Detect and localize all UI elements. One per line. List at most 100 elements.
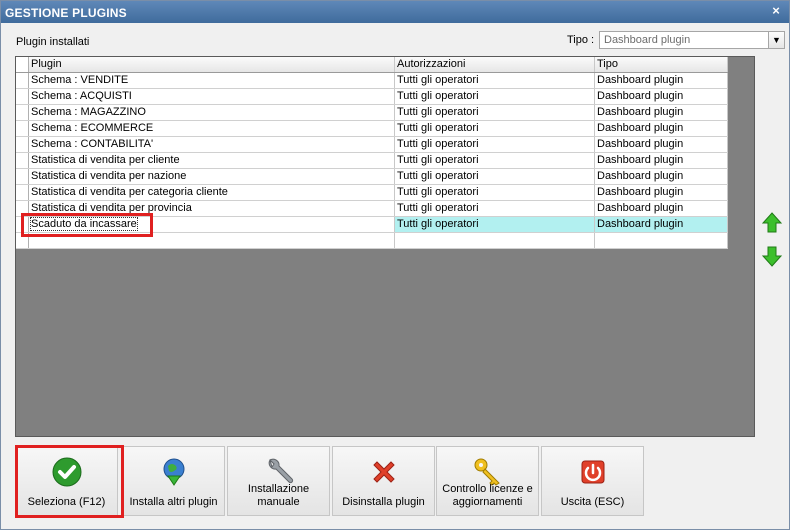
cell-autorizzazioni[interactable]: Tutti gli operatori [395, 121, 595, 136]
tipo-select[interactable]: Dashboard plugin ▼ [599, 31, 785, 49]
table-row[interactable]: Schema : MAGAZZINO Tutti gli operatori Das… [16, 105, 728, 121]
cell-autorizzazioni[interactable]: Tutti gli operatori [395, 73, 595, 88]
table-row[interactable]: Schema : ACQUISTI Tutti gli operatori Dash… [16, 89, 728, 105]
plugin-grid[interactable]: Plugin Autorizzazioni Tipo Schema : VEND… [15, 56, 755, 437]
cell-text: Tutti gli operatori [397, 186, 479, 198]
cell-text: Schema : VENDITE [31, 74, 129, 86]
install-more-label: Installa altri plugin [129, 496, 218, 508]
arrow-down-icon [761, 246, 783, 267]
move-up-button[interactable] [761, 211, 783, 235]
cell-tipo[interactable]: Dashboard plugin [595, 217, 728, 232]
cell-text: Dashboard plugin [597, 186, 684, 198]
row-indicator [16, 73, 29, 88]
cell-autorizzazioni[interactable]: Tutti gli operatori [395, 201, 595, 216]
row-indicator [16, 169, 29, 184]
cell-autorizzazioni[interactable]: Tutti gli operatori [395, 153, 595, 168]
cell-text: Dashboard plugin [597, 90, 684, 102]
cell-autorizzazioni[interactable]: Tutti gli operatori [395, 89, 595, 104]
cell-text: Tutti gli operatori [397, 74, 479, 86]
cell-tipo[interactable]: Dashboard plugin [595, 121, 728, 136]
chevron-down-icon[interactable]: ▼ [768, 32, 784, 48]
table-header: Plugin Autorizzazioni Tipo [16, 57, 728, 73]
cell-plugin[interactable]: Statistica di vendita per categoria clie… [29, 185, 395, 200]
cell-autorizzazioni[interactable]: Tutti gli operatori [395, 217, 595, 232]
installed-plugins-label: Plugin installati [16, 36, 90, 48]
cell-text: Dashboard plugin [597, 202, 684, 214]
cell-text: Tutti gli operatori [397, 170, 479, 182]
table-row[interactable]: Schema : ECOMMERCE Tutti gli operatori Das… [16, 121, 728, 137]
cell-plugin[interactable]: Schema : VENDITE [29, 73, 395, 88]
license-label-line2: aggiornamenti [452, 496, 523, 508]
row-indicator [16, 137, 29, 152]
highlight-box-select-button [15, 445, 124, 518]
cell-tipo[interactable]: Dashboard plugin [595, 89, 728, 104]
manual-install-label-line2: manuale [257, 496, 300, 508]
cell-plugin[interactable]: Schema : MAGAZZINO [29, 105, 395, 120]
uninstall-button[interactable]: Disinstalla plugin [332, 446, 435, 516]
row-indicator [16, 185, 29, 200]
cell-tipo[interactable]: Dashboard plugin [595, 137, 728, 152]
tipo-label: Tipo : [567, 34, 595, 46]
table-row[interactable]: Schema : VENDITE Tutti gli operatori Dashb… [16, 73, 728, 89]
close-icon[interactable]: × [769, 4, 783, 18]
column-header-tipo[interactable]: Tipo [595, 57, 728, 72]
cell-text: Dashboard plugin [597, 106, 684, 118]
cell-tipo[interactable]: Dashboard plugin [595, 153, 728, 168]
title-bar: GESTIONE PLUGINS × [1, 1, 789, 23]
cell-text: Statistica di vendita per cliente [31, 154, 180, 166]
row-indicator [16, 89, 29, 104]
cell-tipo[interactable]: Dashboard plugin [595, 169, 728, 184]
cell-text: Statistica di vendita per nazione [31, 170, 187, 182]
license-label-line1: Controllo licenze e [442, 483, 533, 495]
x-icon [372, 461, 395, 483]
cell-plugin[interactable]: Schema : ACQUISTI [29, 89, 395, 104]
row-indicator [16, 153, 29, 168]
cell-tipo[interactable]: Dashboard plugin [595, 73, 728, 88]
cell-tipo[interactable]: Dashboard plugin [595, 185, 728, 200]
cell-text: Dashboard plugin [597, 170, 684, 182]
row-indicator-header [16, 57, 29, 72]
cell-autorizzazioni[interactable]: Tutti gli operatori [395, 185, 595, 200]
highlight-box-selected-plugin [21, 213, 153, 237]
cell-plugin[interactable]: Schema : ECOMMERCE [29, 121, 395, 136]
manual-install-label-line1: Installazione [247, 483, 310, 495]
manual-install-button[interactable]: Installazione manuale [227, 446, 330, 516]
window-title: GESTIONE PLUGINS [5, 6, 127, 20]
cell-text: Tutti gli operatori [397, 122, 479, 134]
table-row[interactable]: Schema : CONTABILITA' Tutti gli operatori… [16, 137, 728, 153]
cell-text: Dashboard plugin [597, 218, 684, 230]
cell-plugin[interactable]: Statistica di vendita per cliente [29, 153, 395, 168]
exit-label: Uscita (ESC) [560, 496, 625, 508]
table-row[interactable]: Statistica di vendita per cliente Tutti g… [16, 153, 728, 169]
move-down-button[interactable] [761, 244, 783, 268]
row-indicator [16, 105, 29, 120]
column-header-plugin[interactable]: Plugin [29, 57, 395, 72]
exit-button[interactable]: Uscita (ESC) [541, 446, 644, 516]
cell-tipo[interactable]: Dashboard plugin [595, 105, 728, 120]
cell-autorizzazioni[interactable]: Tutti gli operatori [395, 105, 595, 120]
cell-text: Statistica di vendita per categoria clie… [31, 186, 228, 198]
globe-download-icon [163, 458, 184, 486]
cell-text: Tutti gli operatori [397, 218, 479, 230]
column-header-autorizzazioni[interactable]: Autorizzazioni [395, 57, 595, 72]
uninstall-label: Disinstalla plugin [342, 496, 425, 508]
cell-text: Schema : ECOMMERCE [31, 122, 154, 134]
cell-plugin[interactable]: Schema : CONTABILITA' [29, 137, 395, 152]
cell-text: Schema : ACQUISTI [31, 90, 132, 102]
cell-autorizzazioni[interactable]: Tutti gli operatori [395, 137, 595, 152]
cell-text: Tutti gli operatori [397, 106, 479, 118]
license-check-button[interactable]: Controllo licenze e aggiornamenti [436, 446, 539, 516]
cell-text: Tutti gli operatori [397, 90, 479, 102]
table-row[interactable]: Statistica di vendita per categoria clie… [16, 185, 728, 201]
gestione-plugins-window: GESTIONE PLUGINS × Plugin installati Tip… [0, 0, 790, 530]
table-row[interactable]: Statistica di vendita per nazione Tutti g… [16, 169, 728, 185]
cell-autorizzazioni[interactable]: Tutti gli operatori [395, 169, 595, 184]
row-indicator [16, 121, 29, 136]
cell-text: Dashboard plugin [597, 138, 684, 150]
install-more-button[interactable]: Installa altri plugin [122, 446, 225, 516]
tipo-select-value: Dashboard plugin [604, 34, 691, 46]
cell-text: Tutti gli operatori [397, 202, 479, 214]
cell-tipo[interactable]: Dashboard plugin [595, 201, 728, 216]
cell-plugin[interactable]: Statistica di vendita per nazione [29, 169, 395, 184]
arrow-up-icon [761, 212, 783, 233]
